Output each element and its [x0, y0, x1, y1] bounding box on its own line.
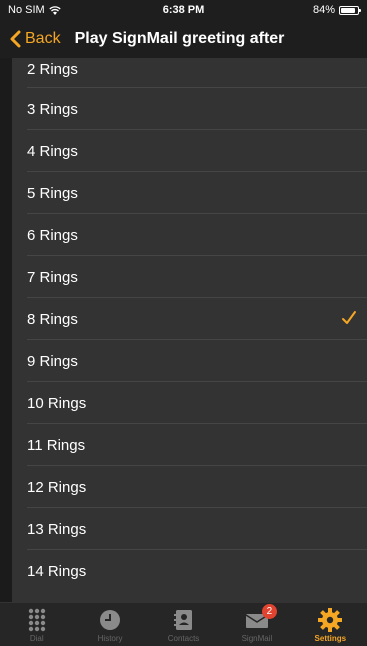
- tab-label: Dial: [29, 634, 44, 643]
- tab-dial[interactable]: Dial: [0, 603, 73, 646]
- tab-contacts[interactable]: Contacts: [147, 603, 220, 646]
- list-item[interactable]: 9 Rings: [12, 340, 367, 382]
- checkmark-icon: [342, 311, 356, 324]
- status-bar: No SIM 6:38 PM 84%: [0, 0, 367, 20]
- tab-label: Settings: [314, 634, 347, 643]
- contacts-icon: [172, 608, 196, 632]
- navigation-bar: Back Play SignMail greeting after: [0, 20, 367, 58]
- list-item-label: 6 Rings: [27, 226, 78, 244]
- list-item-label: 13 Rings: [27, 520, 87, 538]
- list-item[interactable]: 7 Rings: [12, 256, 367, 298]
- list-item-label: 11 Rings: [27, 436, 86, 454]
- battery-icon: [339, 5, 361, 15]
- list-item[interactable]: 8 Rings: [12, 298, 367, 340]
- list-item[interactable]: 5 Rings: [12, 172, 367, 214]
- list-item-label: 14 Rings: [27, 562, 87, 580]
- list-item[interactable]: 3 Rings: [12, 88, 367, 130]
- tab-bar: Dial History Contacts 2 SignMail Settings: [0, 602, 367, 646]
- back-label: Back: [25, 30, 61, 47]
- back-button[interactable]: Back: [0, 30, 61, 48]
- list-item[interactable]: 11 Rings: [12, 424, 367, 466]
- list-item-label: 8 Rings: [27, 310, 78, 328]
- list-item[interactable]: 2 Rings: [12, 58, 367, 88]
- envelope-icon: 2: [245, 604, 277, 632]
- tab-history[interactable]: History: [73, 603, 146, 646]
- list-item[interactable]: 14 Rings: [12, 550, 367, 592]
- list-item[interactable]: 10 Rings: [12, 382, 367, 424]
- list-item-label: 5 Rings: [27, 184, 78, 202]
- page-title: Play SignMail greeting after: [74, 30, 285, 47]
- list-item-label: 7 Rings: [27, 268, 78, 286]
- list-item[interactable]: 13 Rings: [12, 508, 367, 550]
- list-item-label: 4 Rings: [27, 142, 78, 160]
- list-item-label: 9 Rings: [27, 352, 78, 370]
- rings-list[interactable]: 2 Rings 3 Rings 4 Rings 5 Rings 6 Rings 7 Rin…: [12, 58, 367, 602]
- dialpad-icon: [25, 608, 49, 632]
- list-item[interactable]: 4 Rings: [12, 130, 367, 172]
- tab-signmail[interactable]: 2 SignMail: [220, 603, 293, 646]
- list-item[interactable]: 6 Rings: [12, 214, 367, 256]
- clock-icon: [98, 608, 122, 632]
- chevron-left-icon: [10, 30, 21, 48]
- unread-badge: 2: [261, 604, 277, 619]
- status-right: 84%: [312, 4, 361, 16]
- list-item-label: 12 Rings: [27, 478, 87, 496]
- tab-settings[interactable]: Settings: [294, 603, 367, 646]
- battery-percent: 84%: [312, 4, 335, 16]
- list-item-label: 3 Rings: [27, 100, 78, 118]
- tab-label: Contacts: [167, 634, 200, 643]
- gear-icon: [318, 608, 343, 632]
- tab-label: SignMail: [241, 634, 273, 643]
- list-item[interactable]: 12 Rings: [12, 466, 367, 508]
- status-time: 6:38 PM: [162, 4, 205, 16]
- list-item-label: 2 Rings: [27, 61, 78, 78]
- tab-label: History: [97, 634, 123, 643]
- list-item-label: 10 Rings: [27, 394, 87, 412]
